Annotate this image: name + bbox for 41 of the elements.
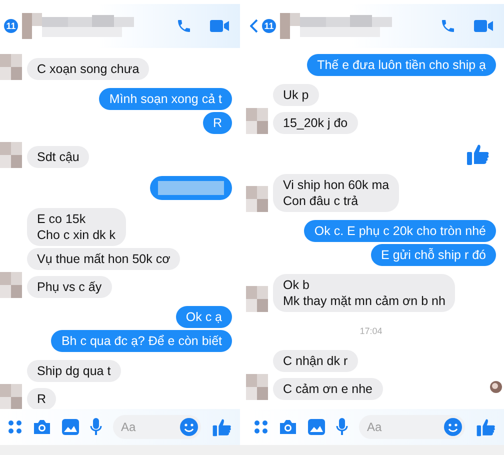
thumbs-up-icon[interactable] [476,417,496,437]
received-message: C cảm ơn e nhe [273,378,382,400]
image-icon[interactable] [62,419,79,435]
camera-icon[interactable] [33,419,51,435]
received-message: C nhận dk r [273,350,358,372]
emoji-icon[interactable] [180,418,198,436]
image-icon[interactable] [308,419,325,435]
received-message: C xoạn song chưa [27,58,150,80]
unread-badge: 11 [262,19,276,33]
received-message: 15_20k j đo [273,112,358,134]
apps-icon[interactable] [254,420,268,434]
message-input[interactable]: Aa [359,415,465,439]
video-camera-icon[interactable] [210,19,230,33]
timestamp: 17:04 [360,326,382,336]
emoji-icon[interactable] [444,418,462,436]
sent-message: E gửi chỗ ship r đó [371,244,496,266]
apps-icon[interactable] [8,420,22,434]
received-message: Uk p [273,84,319,106]
received-message: E co 15k Cho c xin dk k [27,208,126,246]
video-camera-icon[interactable] [474,19,494,33]
back-icon[interactable] [250,19,258,33]
sent-message: R [202,112,232,134]
phone-icon[interactable] [440,18,456,34]
microphone-icon[interactable] [90,418,102,436]
received-message: Phụ vs c ấy [27,276,112,298]
phone-icon[interactable] [176,18,192,34]
received-message: Sdt cậu [27,146,90,168]
sent-message: Mình soạn xong cả t [99,88,232,110]
received-message: Ship dg qua t [27,360,121,382]
sent-message: Ok c ạ [176,306,232,328]
received-message: Ok b Mk thay mặt mn cảm ơn b nh [273,274,456,312]
sent-message: Ok c. E phụ c 20k cho tròn nhé [304,220,496,242]
received-message: R [27,388,56,409]
received-message: Vụ thue mất hon 50k cơ [27,248,180,270]
unread-badge: 11 [4,19,18,33]
sent-message: Bh c qua đc ạ? Để e còn biết [51,330,232,352]
sent-message: Thế e đưa luôn tiền cho ship ạ [307,54,496,76]
thumbs-up-icon[interactable] [212,417,232,437]
microphone-icon[interactable] [336,418,348,436]
received-message: Vi ship hon 60k ma Con đâu c trả [273,174,400,212]
camera-icon[interactable] [279,419,297,435]
